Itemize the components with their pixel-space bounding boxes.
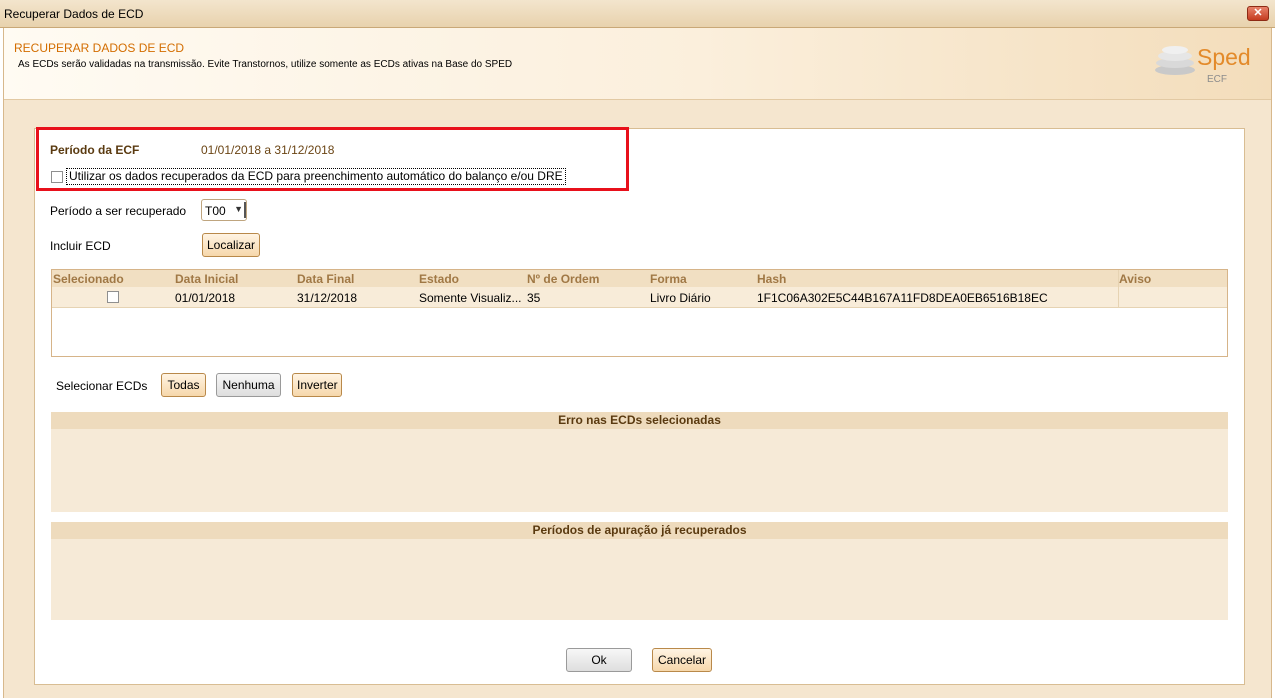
periodo-ecf-label: Período da ECF [50, 143, 140, 157]
col-forma[interactable]: Forma [650, 272, 687, 286]
header-title: RECUPERAR DADOS DE ECD [14, 41, 185, 55]
dialog-header: RECUPERAR DADOS DE ECD As ECDs serão val… [4, 28, 1271, 100]
todas-button[interactable]: Todas [161, 373, 206, 397]
periodo-recuperado-value: T00 [205, 204, 226, 218]
erro-ecds-title: Erro nas ECDs selecionadas [51, 412, 1228, 429]
cell-hash: 1F1C06A302E5C44B167A11FD8DEA0EB6516B18EC [757, 291, 1048, 305]
incluir-ecd-label: Incluir ECD [50, 239, 111, 253]
logo-text: Sped [1197, 44, 1251, 70]
table-header: Selecionado Data Inicial Data Final Esta… [52, 270, 1227, 287]
col-selecionado[interactable]: Selecionado [53, 272, 124, 286]
periodo-recuperado-select[interactable]: T00 ▼ [201, 199, 247, 221]
col-hash[interactable]: Hash [757, 272, 786, 286]
main-panel: Período da ECF 01/01/2018 a 31/12/2018 U… [34, 127, 1245, 685]
ecd-table: Selecionado Data Inicial Data Final Esta… [51, 269, 1228, 357]
periodo-ecf-value: 01/01/2018 a 31/12/2018 [201, 143, 335, 157]
ok-button[interactable]: Ok [566, 648, 632, 672]
row-select-checkbox[interactable] [107, 291, 119, 303]
sped-logo: Sped ECF [1147, 38, 1257, 88]
logo-subtext: ECF [1207, 74, 1227, 85]
window-title: Recuperar Dados de ECD [4, 7, 144, 21]
auto-fill-label[interactable]: Utilizar os dados recuperados da ECD par… [66, 168, 566, 185]
periodos-recuperados-title: Períodos de apuração já recuperados [51, 522, 1228, 539]
close-icon[interactable]: ✕ [1247, 6, 1269, 21]
cell-data-final: 31/12/2018 [297, 291, 358, 305]
periodo-recuperado-label: Período a ser recuperado [50, 204, 187, 218]
table-row[interactable]: 01/01/2018 31/12/2018 Somente Visualiz..… [52, 287, 1227, 308]
header-subtitle: As ECDs serão validadas na transmissão. … [18, 59, 513, 70]
cancelar-button[interactable]: Cancelar [652, 648, 712, 672]
periodos-recuperados-section: Períodos de apuração já recuperados [51, 522, 1228, 620]
col-estado[interactable]: Estado [419, 272, 459, 286]
localizar-button[interactable]: Localizar [202, 233, 260, 257]
cell-forma: Livro Diário [650, 291, 711, 305]
inverter-button[interactable]: Inverter [292, 373, 342, 397]
col-ordem[interactable]: Nº de Ordem [527, 272, 599, 286]
auto-fill-checkbox[interactable] [51, 171, 63, 183]
cell-ordem: 35 [527, 291, 541, 305]
col-data-inicial[interactable]: Data Inicial [175, 272, 238, 286]
col-data-final[interactable]: Data Final [297, 272, 354, 286]
dialog-window: RECUPERAR DADOS DE ECD As ECDs serão val… [3, 28, 1272, 698]
erro-ecds-section: Erro nas ECDs selecionadas [51, 412, 1228, 512]
sped-disc-icon [1155, 46, 1195, 75]
title-bar: Recuperar Dados de ECD ✕ [0, 0, 1275, 28]
cell-estado: Somente Visualiz... [419, 291, 522, 305]
selecionar-ecds-label: Selecionar ECDs [56, 379, 148, 393]
chevron-down-icon: ▼ [234, 204, 243, 214]
cell-data-inicial: 01/01/2018 [175, 291, 236, 305]
col-aviso[interactable]: Aviso [1119, 272, 1151, 286]
nenhuma-button[interactable]: Nenhuma [216, 373, 281, 397]
